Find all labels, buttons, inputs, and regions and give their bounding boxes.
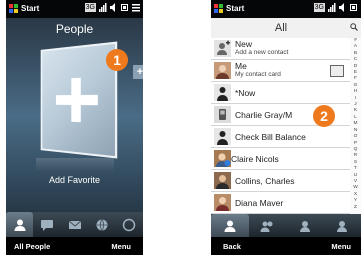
start-label[interactable]: Start [226,4,244,13]
add-favorite-label[interactable]: Add Favorite [6,175,143,185]
tab-bar [6,212,143,237]
contact-history-icon [337,220,348,232]
volume-icon [110,3,115,12]
list-item-claire-nicols[interactable]: Claire Nicols [211,148,350,170]
group-icon [299,220,310,232]
all-contacts-screen: Start 3G All New Add a new contact Me My… [211,0,361,255]
avatar [214,194,231,211]
people-icon [224,220,236,232]
phone-contact-icon [214,106,231,123]
plus-icon-vertical [71,77,81,123]
callout-badge: 2 [313,105,335,127]
list-item-me[interactable]: Me My contact card [211,60,350,82]
contact-list[interactable]: New Add a new contact Me My contact card… [211,38,350,214]
mail-icon [68,220,81,229]
contact-name: Diana Maver [235,198,284,208]
menu-lines-icon [132,4,140,12]
battery-icon [121,4,128,11]
tab-web[interactable] [116,212,143,237]
page-title: People [55,22,94,36]
people-icon [14,219,26,231]
tab-social[interactable] [88,212,115,237]
callout-badge: 1 [106,49,128,71]
signal-icon [99,3,107,12]
back-softkey[interactable]: Back [223,242,241,251]
people-favorites-screen: Start 3G People + Add Favorite All Peopl… [6,0,143,255]
windows-start-icon[interactable] [9,4,18,13]
favorites-people-icon [260,221,273,232]
softkey-bar: Back Menu [211,237,361,255]
next-card-plus-button[interactable]: + [133,65,143,79]
tab-all-people[interactable] [211,214,249,237]
battery-icon [350,4,357,11]
add-contact-icon [214,40,231,57]
tab-favorites[interactable] [249,214,287,237]
alphabet-index-letter[interactable]: Z [354,205,357,211]
contact-name: Charlie Gray/M [235,110,293,120]
list-item-new-contact[interactable]: New Add a new contact [211,38,350,60]
contact-name: Collins, Charles [235,176,295,186]
signal-icon [328,3,336,12]
contact-name: Me [235,61,247,71]
list-item-diana-maver[interactable]: Diana Maver [211,192,350,214]
list-item-collins-charles[interactable]: Collins, Charles [211,170,350,192]
start-label[interactable]: Start [21,4,39,13]
status-bar: Start 3G [211,0,361,18]
message-icon [41,219,54,231]
contact-subtitle: My contact card [235,71,281,78]
avatar [214,150,231,167]
contact-subtitle: Add a new contact [235,49,289,56]
tab-mail[interactable] [61,212,88,237]
windows-start-icon[interactable] [214,4,223,13]
web-icon [123,218,136,231]
contact-name: Check Bill Balance [235,132,306,142]
avatar [214,84,231,101]
tab-messages[interactable] [33,212,60,237]
alphabet-index[interactable]: # A B C D E F G H I J K L M N O P Q R S T U V W X Y Z [350,38,361,214]
network-3g-icon: 3G [84,3,96,12]
list-item-check-bill-balance[interactable]: Check Bill Balance [211,126,350,148]
avatar [214,62,231,79]
list-header: All [211,18,361,38]
contact-name: *Now [235,88,256,98]
tab-history[interactable] [324,214,361,237]
contact-name: Claire Nicols [231,154,279,164]
network-3g-icon: 3G [313,3,325,12]
tab-bar [211,214,361,237]
contact-name: New [235,39,253,49]
avatar [214,172,231,189]
search-icon[interactable] [350,23,358,31]
page-title: All [274,22,288,34]
card-reflection [36,158,114,172]
contact-card-icon[interactable] [330,65,344,77]
menu-softkey[interactable]: Menu [331,242,351,251]
tab-groups[interactable] [286,214,324,237]
volume-icon [339,3,344,12]
avatar [214,128,231,145]
all-people-softkey[interactable]: All People [14,242,50,251]
tab-people[interactable] [6,212,34,237]
list-item-now[interactable]: *Now [211,82,350,104]
globe-icon [96,218,108,231]
softkey-bar: All People Menu [6,237,143,255]
status-bar: Start 3G [6,0,143,18]
menu-softkey[interactable]: Menu [111,242,131,251]
